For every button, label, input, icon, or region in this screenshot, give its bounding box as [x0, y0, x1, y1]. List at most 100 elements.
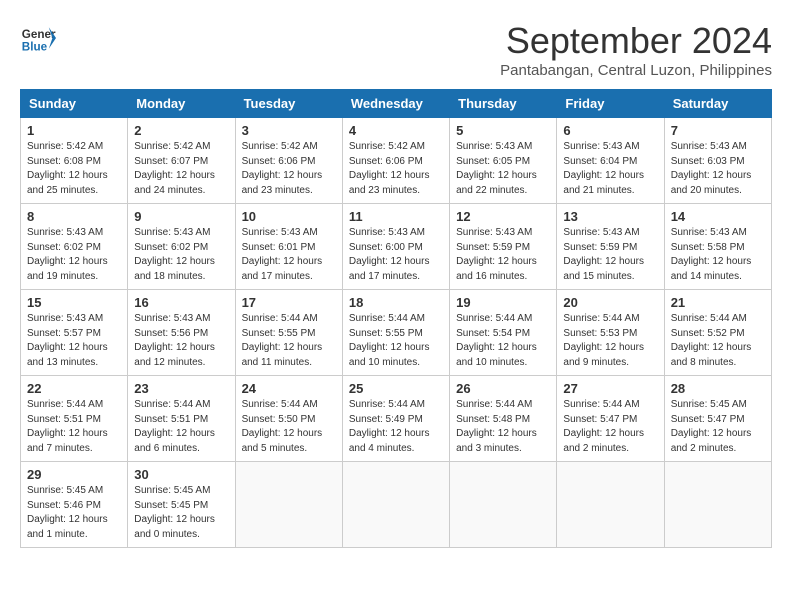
day-number: 29: [27, 467, 121, 482]
day-number: 10: [242, 209, 336, 224]
day-info: Sunrise: 5:42 AM Sunset: 6:06 PM Dayligh…: [349, 140, 443, 198]
title-area: September 2024 Pantabangan, Central Luzo…: [500, 20, 772, 79]
day-info: Sunrise: 5:43 AM Sunset: 5:58 PM Dayligh…: [671, 226, 765, 284]
day-number: 17: [242, 295, 336, 310]
calendar-cell: 29 Sunrise: 5:45 AM Sunset: 5:46 PM Dayl…: [21, 462, 128, 548]
calendar-cell: 9 Sunrise: 5:43 AM Sunset: 6:02 PM Dayli…: [128, 204, 235, 290]
day-info: Sunrise: 5:44 AM Sunset: 5:49 PM Dayligh…: [349, 398, 443, 456]
week-row-1: 1 Sunrise: 5:42 AM Sunset: 6:08 PM Dayli…: [21, 118, 772, 204]
calendar-cell: [342, 462, 449, 548]
calendar-cell: 25 Sunrise: 5:44 AM Sunset: 5:49 PM Dayl…: [342, 376, 449, 462]
day-number: 18: [349, 295, 443, 310]
day-number: 6: [563, 123, 657, 138]
day-number: 26: [456, 381, 550, 396]
day-number: 13: [563, 209, 657, 224]
logo: General Blue: [20, 20, 56, 56]
day-number: 24: [242, 381, 336, 396]
calendar-cell: 2 Sunrise: 5:42 AM Sunset: 6:07 PM Dayli…: [128, 118, 235, 204]
weekday-header-saturday: Saturday: [664, 90, 771, 118]
day-number: 27: [563, 381, 657, 396]
day-info: Sunrise: 5:44 AM Sunset: 5:53 PM Dayligh…: [563, 312, 657, 370]
day-number: 20: [563, 295, 657, 310]
week-row-5: 29 Sunrise: 5:45 AM Sunset: 5:46 PM Dayl…: [21, 462, 772, 548]
weekday-header-thursday: Thursday: [450, 90, 557, 118]
day-number: 4: [349, 123, 443, 138]
day-info: Sunrise: 5:44 AM Sunset: 5:51 PM Dayligh…: [27, 398, 121, 456]
calendar-cell: 22 Sunrise: 5:44 AM Sunset: 5:51 PM Dayl…: [21, 376, 128, 462]
week-row-3: 15 Sunrise: 5:43 AM Sunset: 5:57 PM Dayl…: [21, 290, 772, 376]
calendar-cell: 30 Sunrise: 5:45 AM Sunset: 5:45 PM Dayl…: [128, 462, 235, 548]
day-info: Sunrise: 5:43 AM Sunset: 6:00 PM Dayligh…: [349, 226, 443, 284]
calendar-cell: 24 Sunrise: 5:44 AM Sunset: 5:50 PM Dayl…: [235, 376, 342, 462]
day-number: 8: [27, 209, 121, 224]
day-number: 2: [134, 123, 228, 138]
calendar-cell: 14 Sunrise: 5:43 AM Sunset: 5:58 PM Dayl…: [664, 204, 771, 290]
day-info: Sunrise: 5:43 AM Sunset: 6:03 PM Dayligh…: [671, 140, 765, 198]
day-info: Sunrise: 5:44 AM Sunset: 5:54 PM Dayligh…: [456, 312, 550, 370]
day-number: 28: [671, 381, 765, 396]
calendar-cell: 11 Sunrise: 5:43 AM Sunset: 6:00 PM Dayl…: [342, 204, 449, 290]
day-number: 5: [456, 123, 550, 138]
calendar-cell: 7 Sunrise: 5:43 AM Sunset: 6:03 PM Dayli…: [664, 118, 771, 204]
calendar-cell: [664, 462, 771, 548]
calendar-cell: 16 Sunrise: 5:43 AM Sunset: 5:56 PM Dayl…: [128, 290, 235, 376]
day-info: Sunrise: 5:42 AM Sunset: 6:06 PM Dayligh…: [242, 140, 336, 198]
calendar-cell: 1 Sunrise: 5:42 AM Sunset: 6:08 PM Dayli…: [21, 118, 128, 204]
day-info: Sunrise: 5:43 AM Sunset: 5:57 PM Dayligh…: [27, 312, 121, 370]
day-number: 7: [671, 123, 765, 138]
day-info: Sunrise: 5:45 AM Sunset: 5:47 PM Dayligh…: [671, 398, 765, 456]
weekday-header-tuesday: Tuesday: [235, 90, 342, 118]
calendar-cell: 18 Sunrise: 5:44 AM Sunset: 5:55 PM Dayl…: [342, 290, 449, 376]
day-info: Sunrise: 5:43 AM Sunset: 5:59 PM Dayligh…: [563, 226, 657, 284]
calendar-cell: 28 Sunrise: 5:45 AM Sunset: 5:47 PM Dayl…: [664, 376, 771, 462]
day-info: Sunrise: 5:43 AM Sunset: 5:59 PM Dayligh…: [456, 226, 550, 284]
calendar-cell: [557, 462, 664, 548]
calendar-cell: [235, 462, 342, 548]
logo-icon: General Blue: [20, 20, 56, 56]
calendar-cell: 27 Sunrise: 5:44 AM Sunset: 5:47 PM Dayl…: [557, 376, 664, 462]
day-number: 16: [134, 295, 228, 310]
day-number: 11: [349, 209, 443, 224]
day-number: 21: [671, 295, 765, 310]
day-number: 23: [134, 381, 228, 396]
calendar-cell: 21 Sunrise: 5:44 AM Sunset: 5:52 PM Dayl…: [664, 290, 771, 376]
day-number: 22: [27, 381, 121, 396]
day-number: 12: [456, 209, 550, 224]
day-info: Sunrise: 5:45 AM Sunset: 5:46 PM Dayligh…: [27, 484, 121, 542]
calendar-cell: 8 Sunrise: 5:43 AM Sunset: 6:02 PM Dayli…: [21, 204, 128, 290]
month-title: September 2024: [500, 20, 772, 62]
day-number: 30: [134, 467, 228, 482]
day-info: Sunrise: 5:43 AM Sunset: 5:56 PM Dayligh…: [134, 312, 228, 370]
calendar-cell: 17 Sunrise: 5:44 AM Sunset: 5:55 PM Dayl…: [235, 290, 342, 376]
day-number: 1: [27, 123, 121, 138]
calendar-cell: 6 Sunrise: 5:43 AM Sunset: 6:04 PM Dayli…: [557, 118, 664, 204]
weekday-header-friday: Friday: [557, 90, 664, 118]
svg-text:General: General: [22, 28, 56, 41]
calendar-cell: 26 Sunrise: 5:44 AM Sunset: 5:48 PM Dayl…: [450, 376, 557, 462]
day-info: Sunrise: 5:44 AM Sunset: 5:50 PM Dayligh…: [242, 398, 336, 456]
day-info: Sunrise: 5:44 AM Sunset: 5:51 PM Dayligh…: [134, 398, 228, 456]
day-info: Sunrise: 5:44 AM Sunset: 5:55 PM Dayligh…: [349, 312, 443, 370]
calendar-cell: 10 Sunrise: 5:43 AM Sunset: 6:01 PM Dayl…: [235, 204, 342, 290]
calendar-cell: 12 Sunrise: 5:43 AM Sunset: 5:59 PM Dayl…: [450, 204, 557, 290]
week-row-4: 22 Sunrise: 5:44 AM Sunset: 5:51 PM Dayl…: [21, 376, 772, 462]
calendar-cell: 5 Sunrise: 5:43 AM Sunset: 6:05 PM Dayli…: [450, 118, 557, 204]
svg-text:Blue: Blue: [22, 41, 48, 54]
weekday-header-monday: Monday: [128, 90, 235, 118]
day-info: Sunrise: 5:42 AM Sunset: 6:07 PM Dayligh…: [134, 140, 228, 198]
calendar-cell: 13 Sunrise: 5:43 AM Sunset: 5:59 PM Dayl…: [557, 204, 664, 290]
weekday-header-wednesday: Wednesday: [342, 90, 449, 118]
day-number: 25: [349, 381, 443, 396]
day-info: Sunrise: 5:43 AM Sunset: 6:01 PM Dayligh…: [242, 226, 336, 284]
header: General Blue September 2024 Pantabangan,…: [20, 20, 772, 79]
day-number: 9: [134, 209, 228, 224]
day-info: Sunrise: 5:43 AM Sunset: 6:04 PM Dayligh…: [563, 140, 657, 198]
day-info: Sunrise: 5:42 AM Sunset: 6:08 PM Dayligh…: [27, 140, 121, 198]
day-info: Sunrise: 5:44 AM Sunset: 5:52 PM Dayligh…: [671, 312, 765, 370]
weekday-header-row: SundayMondayTuesdayWednesdayThursdayFrid…: [21, 90, 772, 118]
day-number: 19: [456, 295, 550, 310]
calendar-cell: 19 Sunrise: 5:44 AM Sunset: 5:54 PM Dayl…: [450, 290, 557, 376]
day-number: 3: [242, 123, 336, 138]
calendar-cell: 3 Sunrise: 5:42 AM Sunset: 6:06 PM Dayli…: [235, 118, 342, 204]
day-info: Sunrise: 5:43 AM Sunset: 6:02 PM Dayligh…: [134, 226, 228, 284]
